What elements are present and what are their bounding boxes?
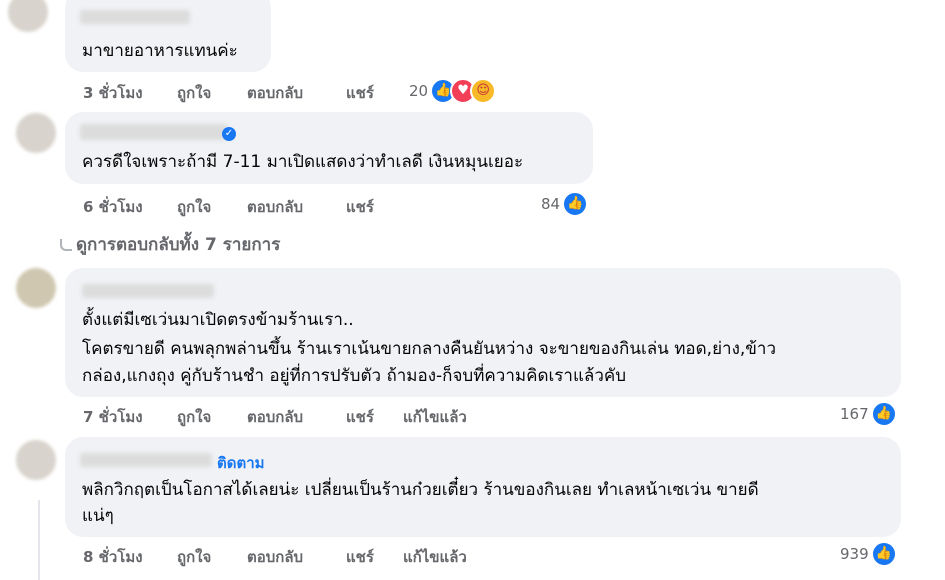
thread-line [38,500,40,580]
share-button[interactable]: แชร์ [346,545,374,569]
like-icon: 👍 [870,541,897,567]
reply-arrow-icon [60,239,72,251]
comment-text-line: แน่ๆ [82,506,114,526]
comment-actions: 7 ชั่วโมง ถูกใจ ตอบกลับ แชร์ แก้ไขแล้ว [83,405,503,427]
edited-label[interactable]: แก้ไขแล้ว [403,545,467,569]
comment-text-line: ตั้งแต่มีเซเว่นมาเปิดตรงข้ามร้านเรา.. [82,310,354,330]
comment-text-line: พลิกวิกฤตเป็นโอกาสได้เลยน่ะ เปลี่ยนเป็นร… [82,480,759,500]
reply-button[interactable]: ตอบกลับ [247,195,303,219]
edited-label[interactable]: แก้ไขแล้ว [403,405,467,429]
timestamp-link[interactable]: 7 ชั่วโมง [83,405,143,429]
reaction-count: 167 [840,405,869,423]
reaction-count: 20 [409,82,429,100]
reactions-summary[interactable]: 167 👍 [840,401,897,427]
comment-actions: 8 ชั่วโมง ถูกใจ ตอบกลับ แชร์ แก้ไขแล้ว [83,545,503,567]
reply-button[interactable]: ตอบกลับ [247,405,303,429]
commenter-name-redacted[interactable] [80,124,228,140]
reaction-count: 939 [840,545,869,563]
like-button[interactable]: ถูกใจ [177,405,211,429]
avatar[interactable] [16,440,56,480]
comment-text-line: กล่อง,แกงถุง คู่กับร้านชำ อยู่ที่การปรับ… [82,366,627,386]
reply-button[interactable]: ตอบกลับ [247,545,303,569]
like-icon: 👍 [562,191,589,217]
like-button[interactable]: ถูกใจ [177,545,211,569]
reply-button[interactable]: ตอบกลับ [247,81,303,105]
commenter-name-redacted[interactable] [80,453,212,467]
reactions-summary[interactable]: 84 👍 [541,191,589,217]
share-button[interactable]: แชร์ [346,195,374,219]
like-button[interactable]: ถูกใจ [177,195,211,219]
comment-actions: 6 ชั่วโมง ถูกใจ ตอบกลับ แชร์ [83,195,403,217]
like-button[interactable]: ถูกใจ [177,81,211,105]
avatar[interactable] [16,268,56,308]
care-icon: ☺ [470,78,497,104]
timestamp-link[interactable]: 3 ชั่วโมง [83,81,143,105]
verified-badge-icon: ✓ [222,127,236,141]
commenter-name-redacted[interactable] [82,284,214,298]
comment-text: ควรดีใจเพราะถ้ามี 7-11 มาเปิดแสดงว่าทำเล… [82,152,524,172]
reactions-summary[interactable]: 20 👍 ♥ ☺ [409,78,497,104]
comment-actions: 3 ชั่วโมง ถูกใจ ตอบกลับ แชร์ [83,81,403,103]
timestamp-link[interactable]: 6 ชั่วโมง [83,195,143,219]
share-button[interactable]: แชร์ [346,81,374,105]
comment-text: มาขายอาหารแทนค่ะ [82,41,238,61]
follow-button[interactable]: ติดตาม [217,451,265,475]
reaction-count: 84 [541,195,561,213]
view-replies-label: ดูการตอบกลับทั้ง 7 รายการ [76,235,281,255]
avatar[interactable] [16,113,56,153]
comment-text-line: โคตรขายดี คนพลุกพล่านขึ้น ร้านเราเน้นขาย… [82,339,776,359]
like-icon: 👍 [870,401,897,427]
commenter-name-redacted[interactable] [80,10,190,24]
view-all-replies-link[interactable]: ดูการตอบกลับทั้ง 7 รายการ [60,231,280,258]
share-button[interactable]: แชร์ [346,405,374,429]
avatar[interactable] [8,0,48,32]
reactions-summary[interactable]: 939 👍 [840,541,897,567]
timestamp-link[interactable]: 8 ชั่วโมง [83,545,143,569]
